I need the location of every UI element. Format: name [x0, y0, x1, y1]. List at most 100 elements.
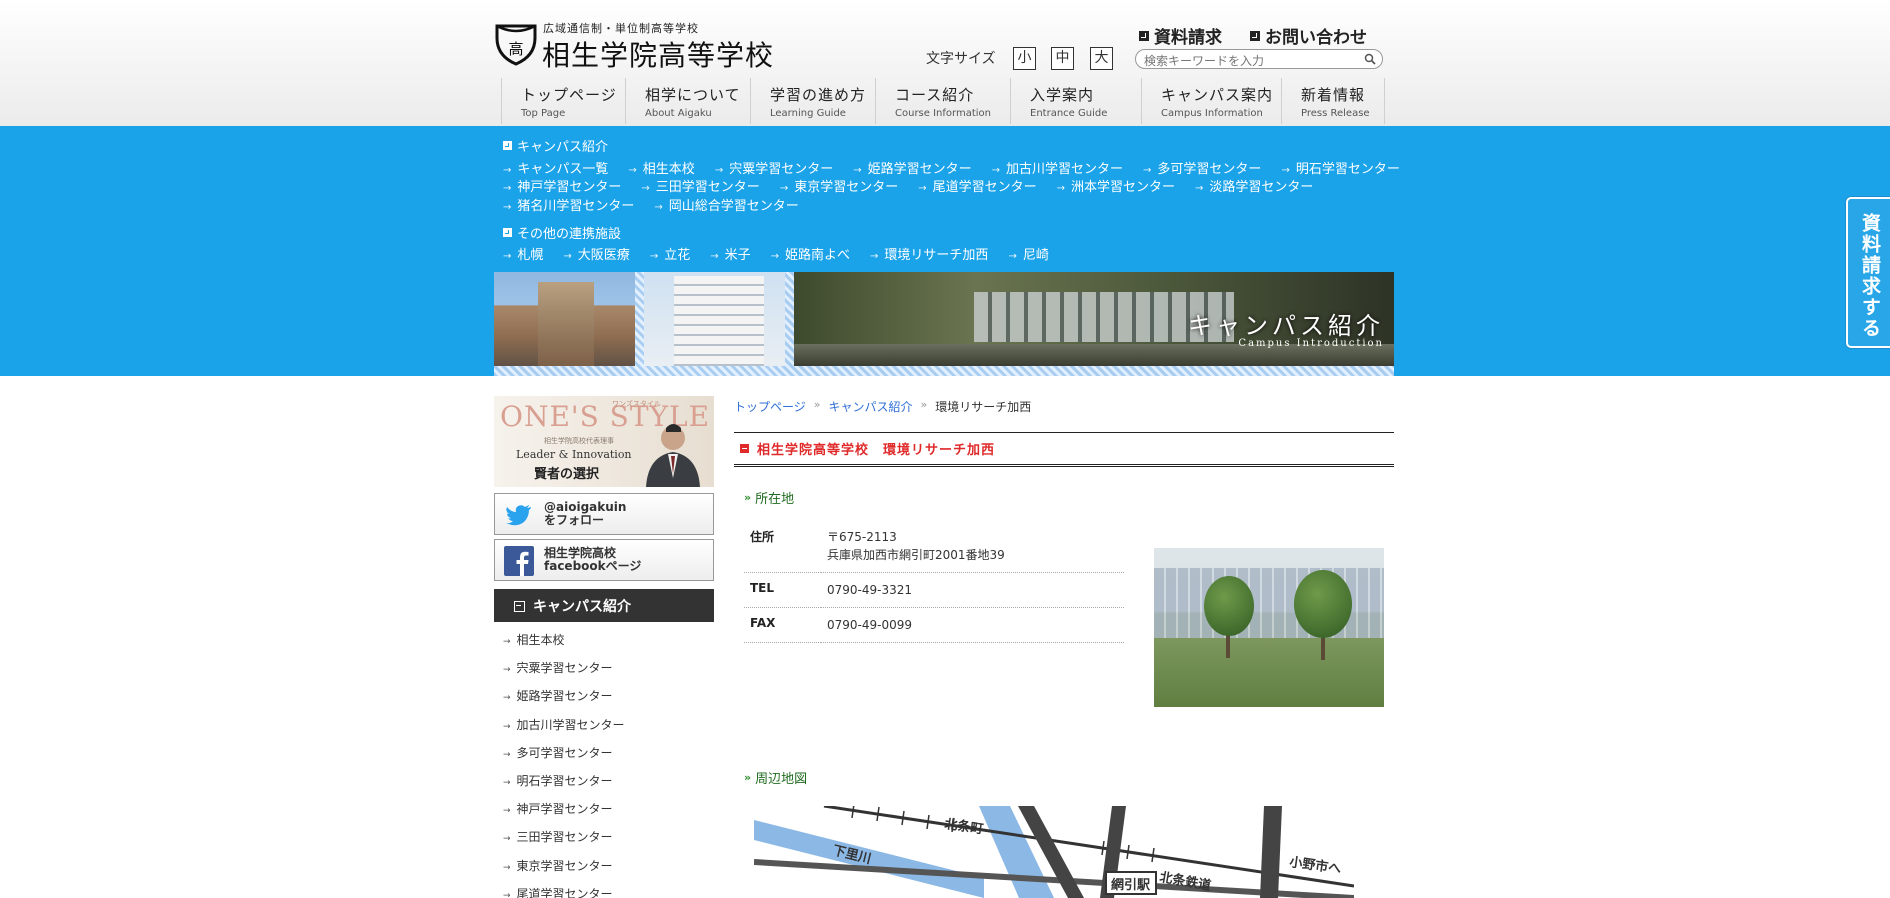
partner-link[interactable]: 環境リサーチ加西	[870, 244, 988, 263]
svg-text:高: 高	[508, 40, 523, 58]
logo-school-name[interactable]: 相生学院高等学校	[542, 34, 774, 74]
campus-photo-1	[494, 272, 635, 366]
partner-link[interactable]: 姫路南よべ	[771, 244, 850, 263]
fax-value: 0790-49-0099	[821, 607, 1124, 643]
nav-about[interactable]: 相学について About Aigaku	[626, 78, 751, 124]
font-size-label: 文字サイズ	[926, 51, 996, 67]
campus-link[interactable]: キャンパス一覧	[503, 158, 608, 177]
twitter-follow-button[interactable]: @aioigakuin をフォロー	[494, 493, 714, 535]
page-title: 相生学院高等学校 環境リサーチ加西	[757, 443, 996, 458]
campus-link[interactable]: 神戸学習センター	[503, 176, 621, 195]
sidebar-item[interactable]: 相生本校	[503, 631, 713, 659]
campus-link[interactable]: 猪名川学習センター	[503, 195, 634, 214]
search-icon[interactable]	[1364, 53, 1376, 65]
address-value: 〒675-2113 兵庫県加西市網引町2001番地39	[821, 520, 1124, 573]
partner-link[interactable]: 立花	[650, 244, 690, 263]
facebook-page-label: facebookページ	[544, 559, 642, 573]
nav-label: 新着情報	[1301, 86, 1366, 104]
campus-link[interactable]: 東京学習センター	[780, 176, 898, 195]
nav-sublabel: Top Page	[521, 108, 566, 119]
sidebar-item[interactable]: 宍粟学習センター	[503, 659, 713, 687]
sidebar-item[interactable]: 尾道学習センター	[503, 885, 713, 898]
nav-learning-guide[interactable]: 学習の進め方 Learning Guide	[751, 78, 876, 124]
campus-link[interactable]: 岡山総合学習センター	[654, 195, 799, 214]
map-heading: » 周辺地図	[744, 768, 807, 787]
school-logo-icon[interactable]: 高	[494, 22, 538, 66]
nav-top-page[interactable]: トップページ Top Page	[502, 78, 626, 124]
nav-press-release[interactable]: 新着情報 Press Release	[1282, 78, 1385, 124]
request-info-side-tab[interactable]: 資料請求する	[1846, 197, 1890, 348]
twitter-bird-icon	[506, 505, 531, 526]
ones-style-tagline: Leader & Innovation	[516, 448, 632, 461]
nav-course-info[interactable]: コース紹介 Course Information	[876, 78, 1011, 124]
sidebar-item[interactable]: 東京学習センター	[503, 857, 713, 885]
campus-link[interactable]: 宍粟学習センター	[715, 158, 833, 177]
campus-link[interactable]: 淡路学習センター	[1195, 176, 1313, 195]
sidebar-item[interactable]: 多可学習センター	[503, 744, 713, 772]
table-row: 住所 〒675-2113 兵庫県加西市網引町2001番地39	[744, 520, 1124, 573]
campus-photo-2	[644, 272, 785, 366]
nav-campus-info[interactable]: キャンパス案内 Campus Information	[1142, 78, 1282, 124]
page-title-bar: 相生学院高等学校 環境リサーチ加西	[734, 432, 1394, 467]
area-map[interactable]: 北条町 下里川 網引駅 北条鉄道 小野市へ	[754, 806, 1354, 898]
nav-entrance-guide[interactable]: 入学案内 Entrance Guide	[1011, 78, 1142, 124]
sidebar-item[interactable]: 神戸学習センター	[503, 800, 713, 828]
double-chevron-icon: »	[813, 398, 821, 411]
sidebar-item[interactable]: 明石学習センター	[503, 772, 713, 800]
campus-link[interactable]: 多可学習センター	[1143, 158, 1261, 177]
twitter-follow-text: @aioigakuin をフォロー	[544, 501, 626, 527]
twitter-follow-label: をフォロー	[544, 513, 605, 527]
facebook-page-button[interactable]: 相生学院高校 facebookページ	[494, 539, 714, 581]
facility-photo	[1154, 548, 1384, 707]
campus-link[interactable]: 尾道学習センター	[918, 176, 1037, 195]
search-input[interactable]	[1144, 52, 1364, 70]
partner-link-row: 札幌 大阪医療 立花 米子 姫路南よべ 環境リサーチ加西 尼崎	[503, 244, 1069, 263]
facebook-icon	[504, 546, 534, 576]
font-size-small-button[interactable]: 小	[1013, 47, 1036, 70]
campus-menu-title[interactable]: キャンパス紹介	[503, 136, 608, 155]
request-info-link[interactable]: 資料請求	[1139, 23, 1222, 48]
side-tab-label: 資料請求する	[1859, 213, 1881, 339]
campus-link[interactable]: 明石学習センター	[1281, 158, 1400, 177]
site-header: 高 広域通信制・単位制高等学校 相生学院高等学校 資料請求 お問い合わせ 文字サ…	[0, 0, 1890, 126]
fax-label: FAX	[744, 607, 821, 643]
partner-link[interactable]: 札幌	[503, 244, 543, 263]
sidebar-item[interactable]: 姫路学習センター	[503, 687, 713, 715]
campus-link[interactable]: 三田学習センター	[641, 176, 760, 195]
contact-label: お問い合わせ	[1265, 28, 1367, 48]
campus-link[interactable]: 加古川学習センター	[992, 158, 1123, 177]
search-box	[1135, 49, 1383, 70]
partner-menu-title[interactable]: その他の連携施設	[503, 223, 621, 242]
map-label-ajiki-station: 網引駅	[1111, 877, 1151, 893]
nav-label: トップページ	[521, 86, 617, 104]
partner-link[interactable]: 尼崎	[1008, 244, 1049, 263]
partner-menu-title-label: その他の連携施設	[517, 227, 622, 242]
arrow-box-icon	[503, 228, 512, 237]
person-photo-icon	[646, 424, 700, 487]
breadcrumb-home-link[interactable]: トップページ	[734, 398, 806, 415]
sidebar-item[interactable]: 加古川学習センター	[503, 716, 713, 744]
font-size-medium-button[interactable]: 中	[1051, 47, 1074, 70]
campus-link-row: キャンパス一覧 相生本校 宍粟学習センター 姫路学習センター 加古川学習センター…	[503, 158, 1420, 177]
contact-link[interactable]: お問い合わせ	[1250, 23, 1367, 48]
partner-link[interactable]: 米子	[710, 244, 751, 263]
sidebar-item[interactable]: 三田学習センター	[503, 828, 713, 856]
font-size-large-button[interactable]: 大	[1090, 47, 1113, 70]
breadcrumb-campus-link[interactable]: キャンパス紹介	[829, 398, 913, 415]
breadcrumb: トップページ » キャンパス紹介 » 環境リサーチ加西	[734, 398, 1031, 415]
tree-image	[1204, 576, 1254, 636]
campus-link[interactable]: 相生本校	[628, 158, 695, 177]
nav-label: 学習の進め方	[770, 86, 867, 104]
facebook-text: 相生学院高校 facebookページ	[544, 547, 641, 573]
partner-link[interactable]: 大阪医療	[563, 244, 630, 263]
arrow-box-icon	[503, 141, 512, 150]
campus-link[interactable]: 姫路学習センター	[853, 158, 972, 177]
nav-sublabel: Entrance Guide	[1030, 108, 1108, 119]
location-heading: » 所在地	[744, 488, 794, 507]
nav-sublabel: Learning Guide	[770, 108, 846, 119]
map-label-hojo-town: 北条町	[943, 816, 984, 837]
nav-label: コース紹介	[895, 86, 975, 104]
ones-style-banner[interactable]: ONE'S STYLE ワンズスタイル 相生学院高校代表理事 Leader & …	[494, 396, 714, 487]
campus-link[interactable]: 洲本学習センター	[1057, 176, 1175, 195]
map-label-to-ono: 小野市へ	[1288, 854, 1342, 877]
